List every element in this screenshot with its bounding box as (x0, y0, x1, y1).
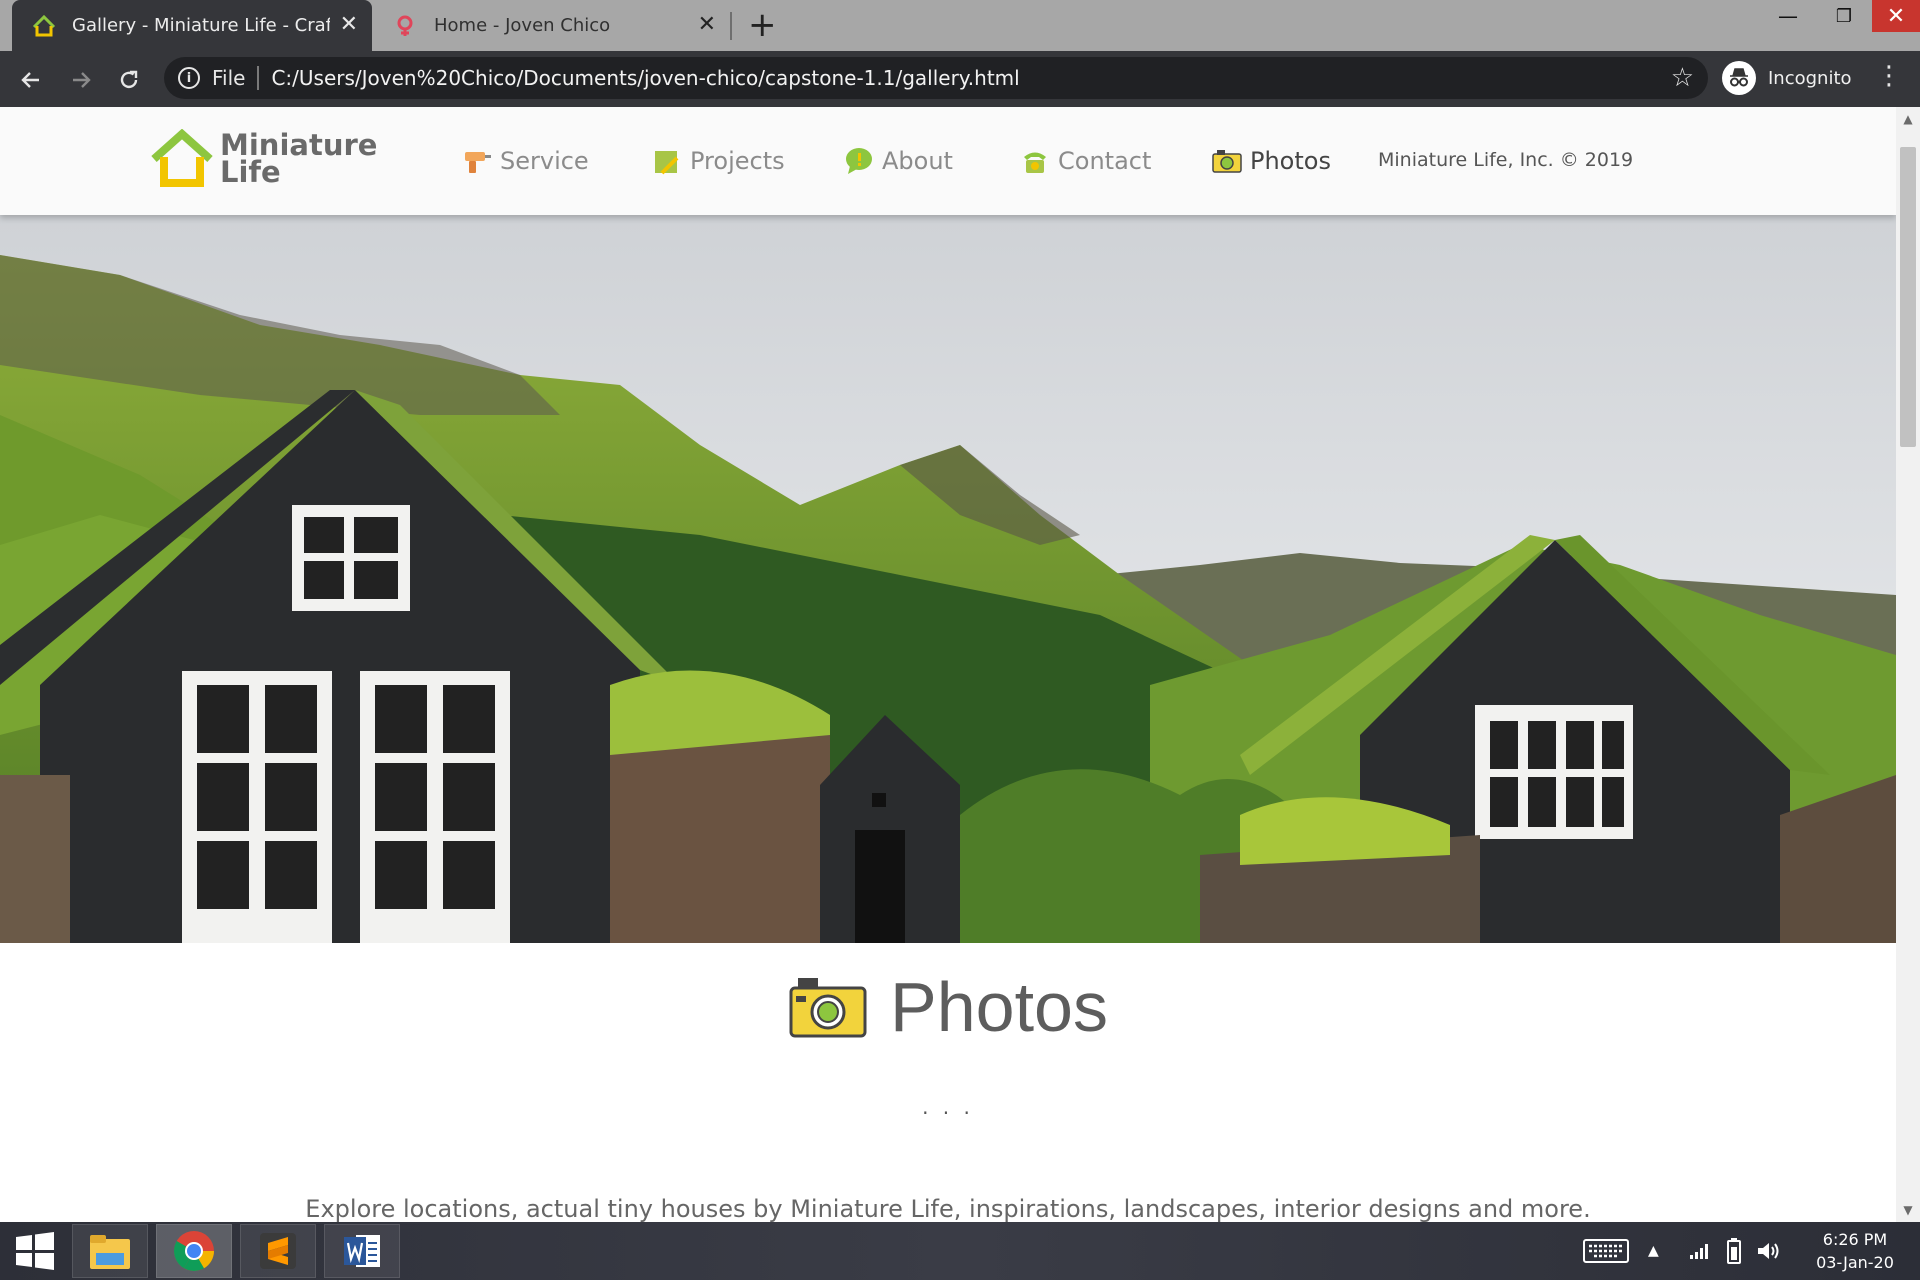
tab-title: Gallery - Miniature Life - Crafted (72, 15, 330, 36)
back-arrow-icon[interactable] (14, 63, 48, 97)
logo-house-icon (151, 129, 213, 187)
address-divider (257, 66, 260, 90)
window-close-icon[interactable]: ✕ (1872, 0, 1920, 32)
incognito-label: Incognito (1768, 67, 1852, 89)
scroll-up-icon[interactable]: ▲ (1896, 109, 1920, 129)
volume-icon[interactable] (1756, 1222, 1782, 1280)
tray-expand-icon[interactable]: ▲ (1648, 1222, 1659, 1280)
clock-date: 03-Jan-20 (1816, 1253, 1894, 1272)
camera-icon (1212, 146, 1242, 176)
page-viewport: Miniature Life Service Projects About Co… (0, 107, 1896, 1222)
camera-icon (789, 978, 867, 1038)
clock-time: 6:26 PM (1822, 1230, 1888, 1249)
restore-icon[interactable]: ❐ (1816, 0, 1872, 32)
address-bar[interactable]: i File C:/Users/Joven%20Chico/Documents/… (164, 57, 1708, 99)
nav-label: Service (500, 147, 589, 175)
incognito-badge[interactable]: Incognito (1722, 57, 1872, 99)
url-scheme: File (212, 66, 246, 90)
intro-text: Explore locations, actual tiny houses by… (305, 1195, 1591, 1222)
tab-title: Home - Joven Chico (434, 15, 611, 36)
copyright-text: Miniature Life, Inc. © 2019 (1378, 149, 1634, 171)
nav-label: Projects (690, 147, 785, 175)
house-favicon-icon (32, 14, 56, 38)
windows-logo-icon (16, 1232, 54, 1270)
logo-line2: Life (220, 155, 281, 189)
network-signal-icon[interactable] (1688, 1222, 1712, 1280)
telephone-icon (1020, 146, 1050, 176)
nav-photos[interactable]: Photos (1212, 143, 1331, 179)
info-icon[interactable]: i (178, 67, 200, 89)
system-clock[interactable]: 6:26 PM 03-Jan-20 (1800, 1228, 1910, 1274)
keyboard-icon[interactable] (1582, 1222, 1630, 1280)
start-button[interactable] (8, 1224, 62, 1278)
site-navbar: Miniature Life Service Projects About Co… (0, 107, 1896, 215)
chrome-icon[interactable] (156, 1224, 232, 1278)
turf-houses-photo (0, 215, 1896, 943)
logo-text: Miniature Life (220, 131, 377, 189)
battery-icon[interactable] (1722, 1222, 1746, 1280)
scroll-down-icon[interactable]: ▼ (1896, 1200, 1920, 1220)
sublime-text-icon[interactable] (240, 1224, 316, 1278)
note-icon (652, 146, 682, 176)
more-menu-icon[interactable]: ⋮ (1876, 61, 1902, 91)
nav-contact[interactable]: Contact (1020, 143, 1151, 179)
site-favicon-icon (394, 14, 418, 38)
taskbar: ▲ 6:26 PM 03-Jan-20 (0, 1222, 1920, 1280)
scroll-thumb[interactable] (1900, 147, 1916, 447)
nav-label: About (882, 147, 953, 175)
nav-label: Photos (1250, 147, 1331, 175)
forward-arrow-icon[interactable] (64, 63, 98, 97)
nav-label: Contact (1058, 147, 1152, 175)
new-tab-icon[interactable]: + (748, 8, 777, 42)
page-scrollbar[interactable]: ▲ ▼ (1896, 107, 1920, 1222)
speech-bubble-icon (844, 146, 874, 176)
file-explorer-icon[interactable] (72, 1224, 148, 1278)
tab-strip: Gallery - Miniature Life - Crafted ✕ Hom… (0, 0, 1920, 51)
tab-separator (730, 12, 732, 40)
minimize-icon[interactable]: — (1760, 0, 1816, 32)
hero-image (0, 215, 1896, 943)
url-text[interactable]: C:/Users/Joven%20Chico/Documents/joven-c… (271, 66, 1019, 90)
word-icon[interactable] (324, 1224, 400, 1278)
browser-toolbar: i File C:/Users/Joven%20Chico/Documents/… (0, 51, 1920, 107)
reload-icon[interactable] (112, 63, 146, 97)
nav-about[interactable]: About (844, 143, 953, 179)
close-tab-icon[interactable]: ✕ (340, 13, 358, 37)
bookmark-star-icon[interactable]: ☆ (1671, 63, 1694, 93)
close-tab-icon[interactable]: ✕ (698, 13, 716, 37)
section-heading: Photos (0, 967, 1896, 1047)
site-logo[interactable]: Miniature Life (150, 129, 377, 189)
nav-projects[interactable]: Projects (652, 143, 785, 179)
tab-home[interactable]: Home - Joven Chico ✕ (374, 0, 730, 51)
nav-service[interactable]: Service (462, 143, 589, 179)
tab-gallery[interactable]: Gallery - Miniature Life - Crafted ✕ (12, 0, 372, 51)
section-divider-dots: . . . (922, 1095, 974, 1119)
incognito-icon (1722, 61, 1756, 95)
drill-icon (462, 146, 492, 176)
section-title: Photos (890, 968, 1108, 1046)
